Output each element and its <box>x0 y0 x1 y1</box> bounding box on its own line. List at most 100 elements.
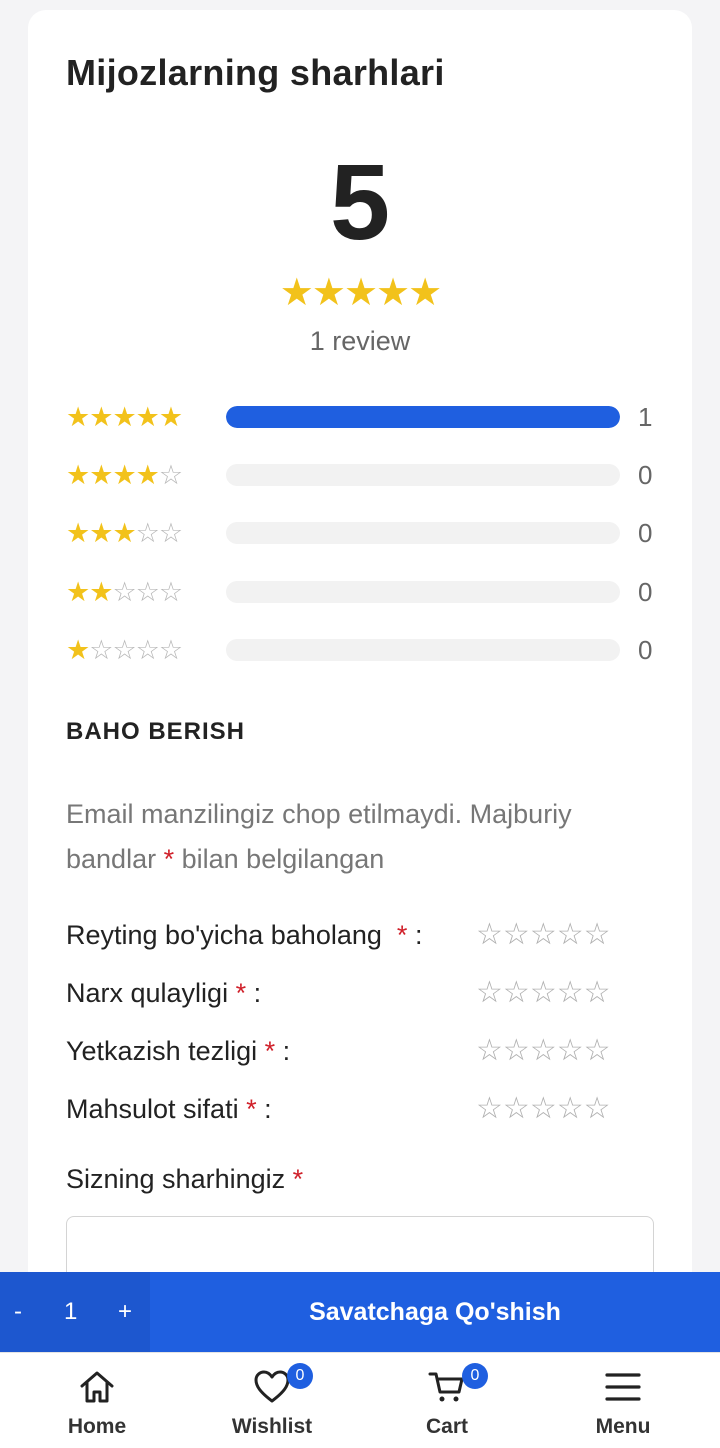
star-outline-icon[interactable]: ☆ <box>557 918 584 951</box>
star-outline-icon[interactable]: ☆ <box>503 1034 530 1067</box>
star-outline-icon[interactable]: ☆ <box>530 1034 557 1067</box>
rating-label: Yetkazish tezligi * : <box>66 1031 290 1071</box>
star-icon: ★ <box>311 272 346 314</box>
nav-wishlist-label: Wishlist <box>231 1415 313 1438</box>
star-outline-icon[interactable]: ☆ <box>584 918 611 951</box>
star-outline-icon: ☆ <box>158 635 183 665</box>
star-outline-icon: ☆ <box>158 460 183 490</box>
star-icon: ★ <box>66 518 90 548</box>
distribution-bar <box>226 464 620 486</box>
quantity-decrease-button[interactable]: - <box>14 1272 22 1352</box>
wishlist-count-badge: 0 <box>287 1363 313 1389</box>
star-icon: ★ <box>89 460 113 490</box>
star-outline-icon[interactable]: ☆ <box>476 918 503 951</box>
required-mark: * <box>264 1036 276 1066</box>
star-icon: ★ <box>112 460 136 490</box>
distribution-count: 0 <box>638 460 653 490</box>
row-stars: ★☆☆☆☆ <box>66 633 183 667</box>
star-outline-icon[interactable]: ☆ <box>530 918 557 951</box>
distribution-bar <box>226 581 620 603</box>
star-icon: ★ <box>89 577 113 607</box>
star-icon: ★ <box>408 272 442 314</box>
star-icon: ★ <box>112 518 136 548</box>
star-icon: ★ <box>158 402 183 432</box>
nav-wishlist[interactable]: 0 Wishlist <box>207 1353 337 1448</box>
required-mark: * <box>246 1094 257 1124</box>
required-notice: Email manzilingiz chop etilmaydi. Majbur… <box>66 792 646 882</box>
star-icon: ★ <box>343 272 378 314</box>
rating-label: Reyting bo'yicha baholang * : <box>66 915 422 955</box>
star-outline-icon[interactable]: ☆ <box>584 1034 611 1067</box>
distribution-count: 0 <box>638 635 653 665</box>
star-rating-input[interactable]: ☆☆☆☆☆ <box>476 1089 611 1129</box>
nav-home[interactable]: Home <box>32 1353 162 1448</box>
star-outline-icon[interactable]: ☆ <box>476 1034 503 1067</box>
star-outline-icon[interactable]: ☆ <box>503 976 530 1009</box>
rating-distribution-row: ★★☆☆☆ 0 <box>66 575 658 609</box>
rating-label: Narx qulayligi * : <box>66 973 261 1013</box>
notice-text: bilan belgilangan <box>181 844 385 874</box>
star-icon: ★ <box>135 402 160 432</box>
your-review-text: Sizning sharhingiz <box>66 1164 286 1194</box>
bottom-navigation: Home 0 Wishlist 0 Cart Menu <box>0 1352 720 1448</box>
distribution-fill <box>226 406 620 428</box>
row-stars: ★★☆☆☆ <box>66 575 183 609</box>
reviews-title: Mijozlarning sharhlari <box>66 52 445 93</box>
rating-row-delivery: Yetkazish tezligi * : ☆☆☆☆☆ <box>66 1031 658 1071</box>
star-rating-input[interactable]: ☆☆☆☆☆ <box>476 1031 611 1071</box>
star-outline-icon: ☆ <box>158 518 183 548</box>
rating-label-text: Reyting bo'yicha baholang <box>66 920 382 950</box>
rate-section-heading: BAHO BERISH <box>66 718 246 745</box>
nav-home-label: Home <box>67 1415 127 1438</box>
star-outline-icon[interactable]: ☆ <box>476 976 503 1009</box>
star-outline-icon[interactable]: ☆ <box>530 976 557 1009</box>
quantity-value[interactable]: 1 <box>64 1272 77 1352</box>
star-outline-icon[interactable]: ☆ <box>557 1092 584 1125</box>
rating-label: Mahsulot sifati * : <box>66 1089 272 1129</box>
rating-distribution-row: ★★★★★ 1 <box>66 400 658 434</box>
rating-row-price: Narx qulayligi * : ☆☆☆☆☆ <box>66 973 658 1013</box>
star-outline-icon[interactable]: ☆ <box>503 918 530 951</box>
star-rating-input[interactable]: ☆☆☆☆☆ <box>476 915 611 955</box>
row-stars: ★★★☆☆ <box>66 516 183 550</box>
star-outline-icon[interactable]: ☆ <box>476 1092 503 1125</box>
rating-colon: : <box>282 1036 291 1066</box>
star-icon: ★ <box>66 402 90 432</box>
average-stars: ★★★★★ <box>0 270 720 315</box>
rating-label-text: Narx qulayligi <box>66 978 229 1008</box>
star-icon: ★ <box>135 460 160 490</box>
your-review-label: Sizning sharhingiz * <box>66 1164 303 1195</box>
nav-cart[interactable]: 0 Cart <box>382 1353 512 1448</box>
nav-menu[interactable]: Menu <box>558 1353 688 1448</box>
star-outline-icon: ☆ <box>135 635 160 665</box>
row-stars: ★★★★★ <box>66 400 183 434</box>
distribution-bar <box>226 406 620 428</box>
star-rating-input[interactable]: ☆☆☆☆☆ <box>476 973 611 1013</box>
review-count: 1 review <box>309 326 411 356</box>
quantity-stepper: - 1 + <box>0 1272 150 1352</box>
star-outline-icon: ☆ <box>135 577 160 607</box>
rating-label-text: Yetkazish tezligi <box>66 1036 258 1066</box>
required-mark: * <box>292 1164 304 1194</box>
star-icon: ★ <box>66 577 90 607</box>
rating-distribution-row: ★★★☆☆ 0 <box>66 516 658 550</box>
star-outline-icon[interactable]: ☆ <box>503 1092 530 1125</box>
star-outline-icon[interactable]: ☆ <box>530 1092 557 1125</box>
required-mark: * <box>163 844 175 874</box>
star-outline-icon[interactable]: ☆ <box>557 1034 584 1067</box>
star-outline-icon[interactable]: ☆ <box>584 1092 611 1125</box>
rating-row-quality: Mahsulot sifati * : ☆☆☆☆☆ <box>66 1089 658 1129</box>
star-outline-icon: ☆ <box>89 635 113 665</box>
menu-icon <box>605 1373 641 1401</box>
star-outline-icon[interactable]: ☆ <box>584 976 611 1009</box>
add-to-cart-button[interactable]: Savatchaga Qo'shish <box>150 1272 720 1352</box>
star-icon: ★ <box>66 460 90 490</box>
star-icon: ★ <box>89 402 113 432</box>
row-stars: ★★★★☆ <box>66 458 183 492</box>
quantity-increase-button[interactable]: + <box>118 1272 132 1352</box>
star-outline-icon[interactable]: ☆ <box>557 976 584 1009</box>
add-to-cart-bar: - 1 + Savatchaga Qo'shish <box>0 1272 720 1352</box>
star-outline-icon: ☆ <box>135 518 160 548</box>
rating-colon: : <box>264 1094 272 1124</box>
rating-colon: : <box>414 920 423 950</box>
